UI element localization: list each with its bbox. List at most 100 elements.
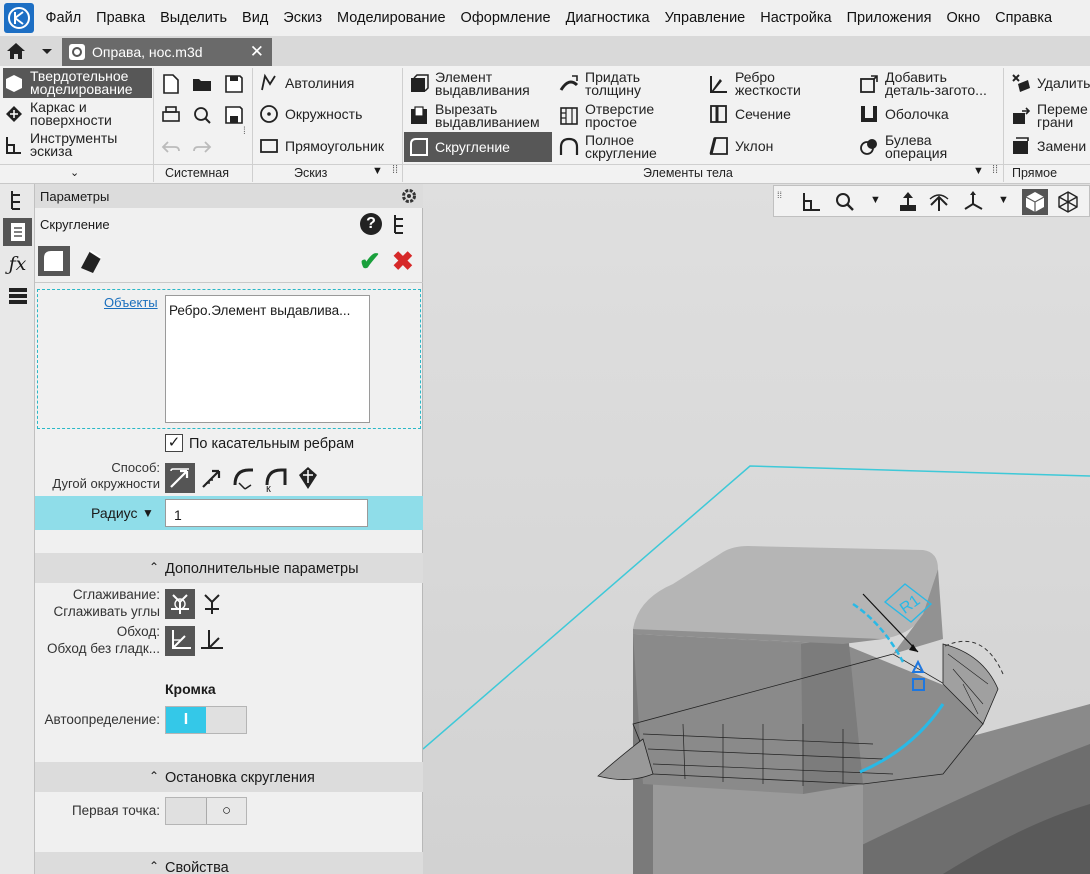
tangent-edges-checkbox[interactable]: ✓ <box>165 434 183 452</box>
add-blank-button[interactable]: Добавить деталь-загото... <box>858 69 987 99</box>
full-fillet-button[interactable]: Полное скругление <box>558 132 657 162</box>
rectangle-button[interactable]: Прямоугольник <box>258 135 384 157</box>
cancel-x-icon[interactable]: ✖ <box>392 246 418 276</box>
bypass-smooth-icon[interactable] <box>197 626 227 656</box>
gear-icon[interactable] <box>400 187 418 205</box>
toolbar-grip-icon[interactable]: ⁞⁞ <box>777 190 782 200</box>
shaded-display-icon[interactable] <box>1022 189 1048 215</box>
model-tree-icon[interactable] <box>3 186 32 214</box>
section-stop-fillet[interactable]: ⌃ Остановка скругления <box>35 762 423 792</box>
parameters-icon[interactable] <box>3 218 32 246</box>
radius-input[interactable]: 1 <box>165 499 368 527</box>
delete-button[interactable]: Удалить <box>1010 72 1090 94</box>
help-icon[interactable]: ? <box>360 213 382 235</box>
menu-drawing[interactable]: Оформление <box>453 10 558 26</box>
smooth-corners-icon[interactable] <box>165 589 195 619</box>
tangent-edges-label[interactable]: По касательным ребрам <box>189 436 354 452</box>
rotate-icon[interactable] <box>926 189 952 215</box>
tabs-dropdown-icon[interactable] <box>38 40 56 62</box>
preview-icon[interactable] <box>191 104 213 126</box>
method-chord-icon[interactable] <box>197 463 227 493</box>
objects-list-item[interactable]: Ребро.Элемент выдавлива... <box>169 303 350 318</box>
section-additional-params[interactable]: ⌃ Дополнительные параметры <box>35 553 423 583</box>
auto-detect-toggle[interactable]: I <box>165 706 247 734</box>
menu-select[interactable]: Выделить <box>153 10 235 26</box>
menu-view[interactable]: Вид <box>235 10 276 26</box>
menu-modeling[interactable]: Моделирование <box>330 10 454 26</box>
method-arc-icon[interactable] <box>165 463 195 493</box>
fillet-mode-icon[interactable] <box>38 246 70 276</box>
menu-window[interactable]: Окно <box>939 10 988 26</box>
cut-extrude-button[interactable]: Вырезать выдавливанием <box>408 101 540 131</box>
menu-apps[interactable]: Приложения <box>839 10 939 26</box>
document-tab[interactable]: Оправа, нос.m3d ✕ <box>62 38 272 66</box>
boolean-button[interactable]: Булева операция <box>858 132 947 162</box>
objects-selection-box: Объекты Ребро.Элемент выдавлива... <box>37 289 421 429</box>
objects-list[interactable]: Ребро.Элемент выдавлива... <box>165 295 370 423</box>
model-render[interactable]: R1 <box>423 184 1090 874</box>
menu-file[interactable]: Файл <box>38 10 89 26</box>
method-variable-icon[interactable] <box>293 463 323 493</box>
confirm-checkmark-icon[interactable]: ✔ <box>359 246 385 276</box>
body-group-dropdown-icon[interactable]: ▼ <box>973 165 984 177</box>
thicken-button[interactable]: Придать толщину <box>558 69 641 99</box>
print-icon[interactable] <box>160 104 182 126</box>
menu-settings[interactable]: Настройка <box>753 10 839 26</box>
sketch-group-dropdown-icon[interactable]: ▼ <box>372 165 383 177</box>
tree-view-icon[interactable] <box>391 213 411 235</box>
first-point-toggle[interactable]: ○ <box>165 797 247 825</box>
group-grip-icon[interactable]: ⁞ <box>243 126 246 137</box>
extrude-button[interactable]: Элемент выдавливания <box>408 69 530 99</box>
open-folder-icon[interactable] <box>191 73 213 95</box>
zoom-icon[interactable] <box>832 189 858 215</box>
orientation-icon[interactable] <box>960 189 986 215</box>
orientation-dropdown-icon[interactable]: ▼ <box>998 194 1009 206</box>
replace-button[interactable]: Замени <box>1010 135 1086 157</box>
menu-diagnostics[interactable]: Диагностика <box>558 10 657 26</box>
close-tab-icon[interactable]: ✕ <box>250 42 264 62</box>
move-faces-button[interactable]: Переме грани <box>1010 101 1088 131</box>
draft-button[interactable]: Уклон <box>708 135 773 157</box>
mode-solid-l2: моделирование <box>30 81 133 97</box>
rib-button[interactable]: Ребро жесткости <box>708 69 801 99</box>
3d-viewport[interactable]: R1 ⁞⁞ ▼ ▼ <box>423 184 1090 874</box>
redo-icon[interactable] <box>191 136 213 158</box>
section-button[interactable]: Сечение <box>708 103 791 125</box>
mode-solid-modeling[interactable]: Твердотельное моделирование <box>3 68 152 98</box>
hole-button[interactable]: Отверстие простое <box>558 101 654 131</box>
variables-fx-icon[interactable]: ƒx <box>3 250 32 278</box>
menu-help[interactable]: Справка <box>988 10 1060 26</box>
mode-wireframe-surfaces[interactable]: Каркас и поверхности <box>3 99 152 129</box>
menu-management[interactable]: Управление <box>657 10 753 26</box>
autoline-button[interactable]: Автолиния <box>258 72 354 94</box>
mode-sketch-tools[interactable]: Инструменты эскиза <box>3 130 152 160</box>
section-properties[interactable]: ⌃ Свойства <box>35 852 423 874</box>
app-logo-icon[interactable] <box>4 3 34 33</box>
menu-sketch[interactable]: Эскиз <box>276 10 330 26</box>
undo-icon[interactable] <box>160 136 182 158</box>
wireframe-display-icon[interactable] <box>1055 189 1081 215</box>
radius-dropdown-icon[interactable]: ▼ <box>142 506 154 520</box>
method-k-coefficient-icon[interactable]: к <box>261 463 291 495</box>
group-grip-icon[interactable]: ⁞⁞ <box>392 164 398 176</box>
objects-link[interactable]: Объекты <box>104 295 158 310</box>
sharp-corners-icon[interactable] <box>197 589 227 619</box>
method-conic-icon[interactable] <box>229 463 259 493</box>
menu-edit[interactable]: Правка <box>89 10 153 26</box>
home-icon[interactable] <box>4 40 28 62</box>
coordinate-axes-icon[interactable] <box>798 189 824 215</box>
save-as-icon[interactable] <box>223 104 245 126</box>
layers-icon[interactable] <box>3 282 32 310</box>
new-file-icon[interactable] <box>160 73 182 95</box>
group-grip-icon[interactable]: ⁞⁞ <box>992 164 998 176</box>
fillet-button[interactable]: Скругление <box>404 132 552 162</box>
circle-button[interactable]: Окружность <box>258 103 362 125</box>
fillet-face-mode-icon[interactable] <box>75 246 107 276</box>
shell-button[interactable]: Оболочка <box>858 103 949 125</box>
shell-icon <box>861 106 877 122</box>
bypass-no-smooth-icon[interactable] <box>165 626 195 656</box>
zoom-dropdown-icon[interactable]: ▼ <box>870 194 881 206</box>
pan-icon[interactable] <box>895 189 921 215</box>
save-icon[interactable] <box>223 73 245 95</box>
modes-expand-icon[interactable]: ⌄ <box>70 166 79 179</box>
